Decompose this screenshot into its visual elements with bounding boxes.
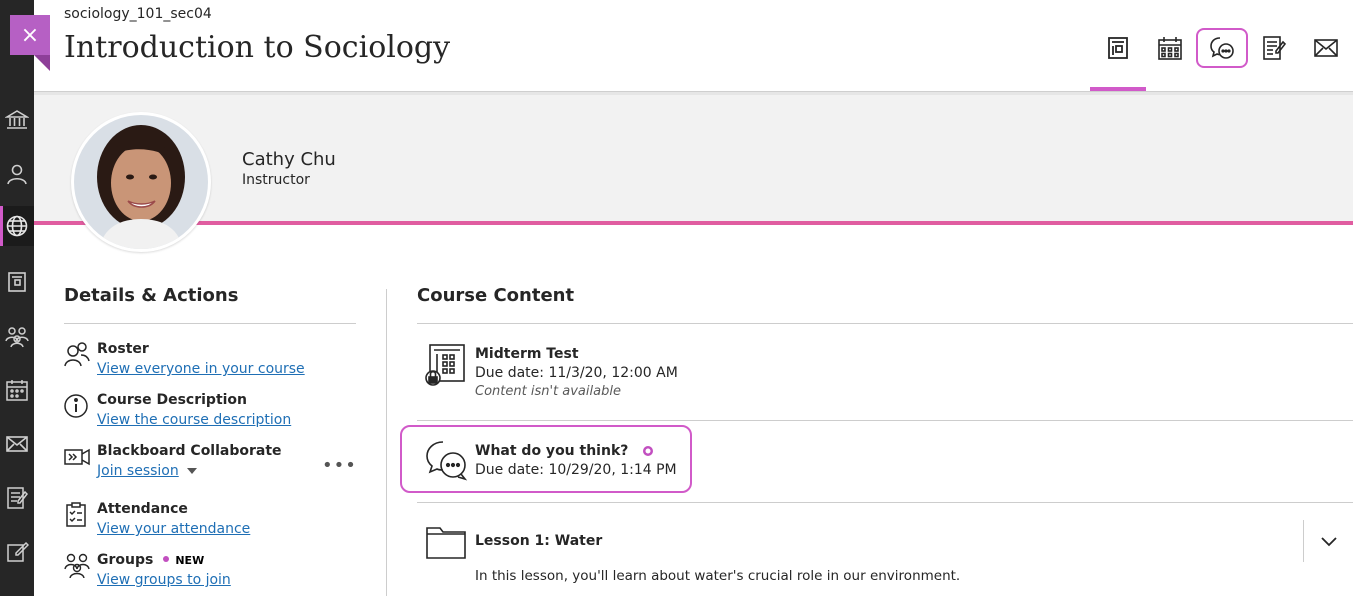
groups-nav-item[interactable] xyxy=(0,316,34,356)
messages-nav-item[interactable] xyxy=(0,424,34,464)
course-content-heading: Course Content xyxy=(417,285,575,306)
groups-link[interactable]: View groups to join xyxy=(97,572,231,588)
organization-icon xyxy=(8,272,26,292)
organizations-nav-item[interactable] xyxy=(0,262,34,302)
content-row-divider xyxy=(417,502,1353,503)
join-session-label: Join session xyxy=(97,463,179,479)
instructor-name[interactable]: Cathy Chu xyxy=(242,149,336,170)
edit-icon xyxy=(7,541,29,562)
expand-divider xyxy=(1303,520,1304,562)
tools-nav-item[interactable] xyxy=(0,532,34,572)
tab-discussions[interactable] xyxy=(1196,28,1248,68)
roster-item: Roster View everyone in your course xyxy=(64,341,364,381)
courses-nav-item[interactable] xyxy=(0,206,34,246)
groups-title: Groups NEW xyxy=(97,552,204,568)
chevron-down-icon[interactable] xyxy=(186,468,197,474)
discussion-title[interactable]: What do you think? xyxy=(475,443,654,459)
tab-gradebook[interactable] xyxy=(1248,28,1300,68)
content-item-discussion[interactable]: What do you think? Due date: 10/29/20, 1… xyxy=(417,439,697,483)
discussion-due-date: Due date: 10/29/20, 1:14 PM xyxy=(475,462,677,478)
envelope-icon xyxy=(6,436,28,452)
tab-calendar[interactable] xyxy=(1144,28,1196,68)
course-content-icon xyxy=(1108,37,1128,59)
gradebook-icon xyxy=(1263,36,1287,60)
profile-nav-item[interactable] xyxy=(0,154,34,194)
details-heading: Details & Actions xyxy=(64,285,239,306)
test-icon xyxy=(425,344,465,386)
roster-icon xyxy=(64,342,90,367)
banner-accent-line xyxy=(34,221,1353,225)
content-row-divider xyxy=(417,420,1353,421)
discussion-title-text: What do you think? xyxy=(475,443,629,459)
calendar-nav-item[interactable] xyxy=(0,370,34,410)
video-camera-icon xyxy=(64,448,90,466)
discussion-icon xyxy=(426,441,468,481)
attendance-link[interactable]: View your attendance xyxy=(97,521,250,537)
page-title: Introduction to Sociology xyxy=(64,30,451,65)
institution-icon xyxy=(5,110,29,129)
midterm-title[interactable]: Midterm Test xyxy=(475,346,579,362)
content-divider xyxy=(417,323,1353,324)
instructor-role: Instructor xyxy=(242,172,310,188)
person-icon xyxy=(7,164,27,185)
left-navigation-rail xyxy=(0,0,34,596)
join-session-link[interactable]: Join session xyxy=(97,463,197,479)
instructor-banner xyxy=(34,92,1353,222)
groups-item: Groups NEW View groups to join xyxy=(64,552,364,592)
course-code: sociology_101_sec04 xyxy=(64,6,212,22)
details-divider xyxy=(64,323,356,324)
groups-title-text: Groups xyxy=(97,552,154,568)
lesson-title[interactable]: Lesson 1: Water xyxy=(475,533,602,549)
gradebook-icon xyxy=(7,487,28,509)
groups-icon xyxy=(5,327,29,348)
collaborate-item: Blackboard Collaborate Join session xyxy=(64,443,364,483)
roster-title: Roster xyxy=(97,341,149,357)
midterm-availability: Content isn't available xyxy=(475,384,621,399)
instructor-photo-icon xyxy=(74,115,208,249)
attendance-icon xyxy=(66,502,86,527)
course-description-item: Course Description View the course descr… xyxy=(64,392,364,432)
globe-icon xyxy=(6,215,28,237)
info-icon xyxy=(64,394,88,418)
content-item-midterm[interactable]: Midterm Test Due date: 11/3/20, 12:00 AM… xyxy=(417,342,1117,412)
calendar-icon xyxy=(1158,37,1182,60)
roster-link[interactable]: View everyone in your course xyxy=(97,361,305,377)
instructor-avatar[interactable] xyxy=(71,112,211,252)
attendance-title: Attendance xyxy=(97,501,188,517)
close-course-button[interactable]: × xyxy=(10,15,50,71)
midterm-due-date: Due date: 11/3/20, 12:00 AM xyxy=(475,365,678,381)
course-description-title: Course Description xyxy=(97,392,248,408)
column-divider xyxy=(386,289,387,596)
collaborate-title: Blackboard Collaborate xyxy=(97,443,282,459)
tab-course-content[interactable] xyxy=(1092,28,1144,68)
folder-icon xyxy=(426,527,466,559)
grades-nav-item[interactable] xyxy=(0,478,34,518)
tab-messages[interactable] xyxy=(1300,28,1352,68)
calendar-icon xyxy=(6,380,28,401)
chevron-down-icon[interactable] xyxy=(1318,530,1340,552)
envelope-icon xyxy=(1314,39,1338,57)
new-activity-icon xyxy=(643,446,654,456)
lesson-description: In this lesson, you'll learn about water… xyxy=(475,568,961,584)
more-options-button[interactable]: ••• xyxy=(322,455,357,476)
content-item-lesson[interactable]: Lesson 1: Water In this lesson, you'll l… xyxy=(417,522,1347,592)
discussion-icon xyxy=(1210,37,1234,59)
new-indicator-dot xyxy=(163,556,170,562)
groups-icon xyxy=(64,553,90,578)
attendance-item: Attendance View your attendance xyxy=(64,501,364,541)
new-badge: NEW xyxy=(175,554,205,567)
close-icon: × xyxy=(20,22,40,48)
course-description-link[interactable]: View the course description xyxy=(97,412,291,428)
institution-nav-item[interactable] xyxy=(0,100,34,140)
